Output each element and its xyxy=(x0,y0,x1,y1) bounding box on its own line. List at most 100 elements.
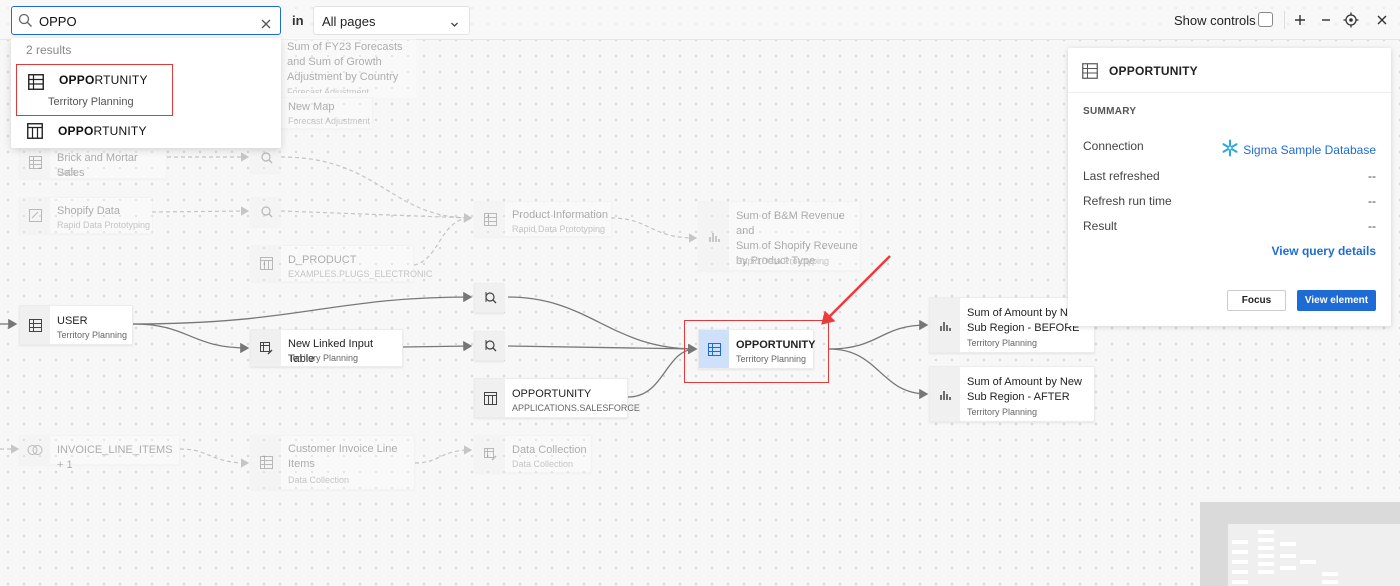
node-filter-2[interactable] xyxy=(250,197,281,227)
refresh-run-time-value: -- xyxy=(1368,194,1376,208)
result-value: -- xyxy=(1368,219,1376,233)
node-shopify[interactable]: Shopify Data Rapid Data Prototyping xyxy=(19,197,153,234)
node-subtitle: Rapid Data Prototyping xyxy=(736,256,830,266)
in-label: in xyxy=(292,13,304,28)
close-icon[interactable] xyxy=(1374,12,1390,28)
search-result-item[interactable]: OPPORTUNITY xyxy=(16,118,173,144)
node-title: Items xyxy=(288,458,315,470)
search-icon xyxy=(18,13,33,33)
node-title: USER xyxy=(57,315,88,327)
details-panel: OPPORTUNITY SUMMARY Connection Sigma Sam… xyxy=(1068,48,1391,326)
node-filter-4[interactable] xyxy=(474,331,505,361)
join-icon xyxy=(20,436,50,464)
node-data-collection[interactable]: Data Collection Data Collection xyxy=(474,435,592,473)
input-table-icon xyxy=(475,436,505,472)
table-icon xyxy=(1082,63,1098,84)
selection-highlight xyxy=(684,320,829,383)
toolbar-divider xyxy=(1284,11,1285,29)
node-title: Product Information xyxy=(512,209,608,221)
node-title: Sum of B&M Revenue and xyxy=(736,210,845,237)
node-linked-input[interactable]: New Linked Input Table Territory Plannin… xyxy=(250,329,403,367)
node-title: D_PRODUCT xyxy=(288,254,357,266)
search-result-item[interactable]: OPPORTUNITY Territory Planning xyxy=(16,64,173,116)
search-field[interactable] xyxy=(11,6,281,35)
node-title: INVOICE_LINE_ITEMS + 1 xyxy=(57,444,173,471)
node-brick-mortar[interactable]: Brick and Mortar Sales Data xyxy=(19,145,167,179)
filter-search-icon xyxy=(251,144,281,172)
scope-select[interactable]: All pages xyxy=(313,6,470,35)
zoom-out-icon[interactable] xyxy=(1318,12,1334,28)
node-title: Sum of Amount by New xyxy=(967,307,1082,319)
node-d-product[interactable]: D_PRODUCT EXAMPLES.PLUGS_ELECTRONIC xyxy=(250,245,433,282)
table-icon xyxy=(28,74,44,95)
table-icon xyxy=(251,436,281,489)
input-table-icon xyxy=(251,330,281,366)
node-opportunity-salesforce[interactable]: OPPORTUNITY APPLICATIONS.SALESFORCE xyxy=(474,378,640,418)
node-title: OPPORTUNITY xyxy=(512,388,592,400)
node-sum-bm[interactable]: Sum of B&M Revenue and Sum of Shopify Re… xyxy=(698,201,861,271)
warehouse-table-icon xyxy=(27,123,43,144)
result-title: OPPORTUNITY xyxy=(59,73,148,87)
node-title: Sum of Amount by New xyxy=(967,376,1082,388)
node-title: Sum of FY23 Forecasts xyxy=(287,41,403,53)
show-controls-checkbox[interactable] xyxy=(1258,12,1273,27)
node-title: Customer Invoice Line xyxy=(288,443,398,455)
bar-chart-icon xyxy=(930,298,960,352)
node-title: Data Collection xyxy=(512,444,587,456)
last-refreshed-value: -- xyxy=(1368,169,1376,183)
node-title: Sub Region - AFTER xyxy=(967,391,1070,403)
node-title: Shopify Data xyxy=(57,205,120,217)
snowflake-icon xyxy=(1221,139,1239,160)
node-title: Adjustment by Country xyxy=(287,71,399,83)
node-invoice-line-items[interactable]: INVOICE_LINE_ITEMS + 1 xyxy=(19,435,180,471)
bar-chart-icon xyxy=(930,367,960,421)
result-subtitle: Territory Planning xyxy=(48,96,134,108)
table-icon xyxy=(20,306,50,344)
locate-icon[interactable] xyxy=(1343,12,1359,28)
node-title: Sub Region - BEFORE xyxy=(967,322,1080,334)
node-user[interactable]: USER Territory Planning xyxy=(19,305,133,345)
node-title: Sum of Shopify Reveune xyxy=(736,240,858,252)
table-icon xyxy=(475,202,505,236)
view-element-button[interactable]: View element xyxy=(1297,290,1376,311)
warehouse-table-icon xyxy=(251,246,281,281)
minimap[interactable] xyxy=(1200,502,1400,586)
filter-search-icon xyxy=(475,284,505,312)
search-input[interactable] xyxy=(39,12,261,30)
result-rest: RTUNITY xyxy=(93,124,147,138)
zoom-in-icon[interactable] xyxy=(1292,12,1308,28)
result-match: OPPO xyxy=(59,73,95,87)
result-title: OPPORTUNITY xyxy=(58,124,147,138)
result-match: OPPO xyxy=(58,124,94,138)
node-title: New Map xyxy=(288,101,335,113)
node-customer-invoice[interactable]: Customer Invoice Line Items Data Collect… xyxy=(250,435,415,490)
connection-value: Sigma Sample Database xyxy=(1243,142,1376,157)
clear-icon[interactable] xyxy=(261,16,271,34)
show-controls-label: Show controls xyxy=(1174,13,1256,28)
focus-button[interactable]: Focus xyxy=(1227,290,1286,311)
node-subtitle: Territory Planning xyxy=(288,353,359,363)
node-subtitle: Forecast Adjustment xyxy=(287,87,370,93)
csv-icon xyxy=(20,198,50,233)
search-results-dropdown: 2 results OPPORTUNITY Territory Planning… xyxy=(11,38,281,148)
node-subtitle: Data Collection xyxy=(512,459,574,469)
filter-search-icon xyxy=(475,332,505,360)
node-subtitle: Forecast Adjustment xyxy=(288,116,371,126)
node-subtitle: Territory Planning xyxy=(967,338,1038,348)
node-subtitle: Rapid Data Prototyping xyxy=(57,220,151,230)
node-subtitle: Data Collection xyxy=(288,475,350,485)
summary-heading: SUMMARY xyxy=(1083,106,1137,117)
node-title: and Sum of Growth xyxy=(287,56,382,68)
node-subtitle: APPLICATIONS.SALESFORCE xyxy=(512,403,640,413)
node-filter-3[interactable] xyxy=(474,283,505,313)
node-product-info[interactable]: Product Information Rapid Data Prototypi… xyxy=(474,201,612,237)
node-subtitle: Territory Planning xyxy=(57,330,128,340)
panel-header: OPPORTUNITY xyxy=(1068,48,1391,93)
connection-link[interactable]: Sigma Sample Database xyxy=(1221,139,1376,160)
filter-search-icon xyxy=(251,198,281,226)
view-query-details-link[interactable]: View query details xyxy=(1272,244,1377,258)
scope-select-value: All pages xyxy=(322,14,376,29)
node-sum-after[interactable]: Sum of Amount by New Sub Region - AFTER … xyxy=(929,366,1095,422)
result-label: Result xyxy=(1083,219,1118,233)
results-count: 2 results xyxy=(26,43,72,57)
